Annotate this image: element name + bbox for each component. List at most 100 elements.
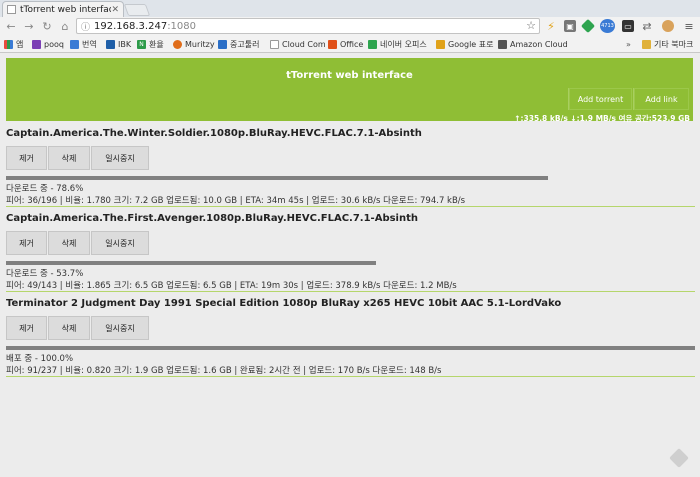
back-icon[interactable]: ←	[4, 19, 18, 33]
bookmarks-bar: 앱 pooq 번역 IBK N 환율 Muritzy 중고툴러 Cloud Com…	[0, 35, 700, 53]
remove-button[interactable]: 제거	[6, 146, 47, 170]
bookmark-ibk[interactable]: IBK	[106, 38, 131, 50]
torrent-name: Terminator 2 Judgment Day 1991 Special E…	[6, 298, 562, 309]
bookmark-exchange[interactable]: N 환율	[137, 38, 164, 50]
page-icon	[270, 39, 279, 49]
bookmark-label: Amazon Cloud	[510, 39, 568, 49]
bookmark-label: IBK	[118, 39, 132, 49]
browser-tab[interactable]: tTorrent web interface ✕	[2, 1, 124, 17]
bookmark-label: 중고툴러	[230, 39, 260, 49]
url-port: :1080	[167, 20, 197, 32]
page-title: tTorrent web interface	[286, 70, 413, 81]
used-tool-icon	[218, 39, 227, 49]
apps-grid-icon	[4, 39, 13, 49]
pause-button[interactable]: 일시중지	[91, 146, 149, 170]
lightning-extension-icon[interactable]: ⚡	[545, 20, 557, 33]
address-bar[interactable]: ⓘ 192.168.3.247 :1080 ☆	[76, 18, 540, 34]
extension-badge-count: 4713	[601, 23, 614, 29]
naver-icon: N	[137, 39, 146, 49]
torrent-status: 다운로드 중 - 53.7%	[6, 269, 84, 279]
torrent-item: Captain.America.The.First.Avenger.1080p.…	[6, 213, 695, 293]
add-torrent-button[interactable]: Add torrent	[568, 88, 632, 110]
bookmark-amazon-cloud[interactable]: Amazon Cloud	[498, 38, 568, 50]
naver-office-icon	[368, 39, 377, 49]
bookmark-star-icon[interactable]: ☆	[526, 19, 536, 32]
torrent-stats: 피어: 36/196 | 비율: 1.780 크기: 7.2 GB 업로드됨: …	[6, 196, 466, 206]
bookmark-google[interactable]: Google 표로	[436, 38, 493, 50]
bookmark-naver-office[interactable]: 네이버 오피스	[368, 38, 427, 50]
bookmark-label: 기타 북마크	[654, 39, 694, 49]
tab-title: tTorrent web interface	[20, 4, 112, 15]
amazon-icon	[498, 39, 507, 49]
menu-icon[interactable]: ≡	[683, 20, 695, 33]
page-info-icon[interactable]: ⓘ	[81, 20, 90, 33]
bookmark-label: pooq	[44, 39, 64, 49]
reload-icon[interactable]: ↻	[40, 19, 54, 33]
bookmark-muritzy[interactable]: Muritzy	[173, 38, 215, 50]
pause-button[interactable]: 일시중지	[91, 316, 149, 340]
remove-button[interactable]: 제거	[6, 316, 47, 340]
torrent-status: 다운로드 중 - 78.6%	[6, 184, 84, 194]
page-content: tTorrent web interface Add torrent Add l…	[0, 54, 700, 477]
pause-button[interactable]: 일시중지	[91, 231, 149, 255]
diamond-extension-icon[interactable]	[580, 18, 596, 34]
forward-icon[interactable]: →	[22, 19, 36, 33]
office-icon	[328, 39, 337, 49]
page-favicon-icon	[7, 5, 16, 14]
ibk-icon	[106, 39, 115, 49]
torrent-item: Captain.America.The.Winter.Soldier.1080p…	[6, 128, 695, 208]
pooq-icon	[32, 39, 41, 49]
torrent-actions: 제거 삭제 일시중지	[6, 316, 150, 340]
bookmark-label: 환율	[149, 39, 164, 49]
bookmark-label: 번역	[82, 39, 97, 49]
cookie-extension-icon[interactable]	[662, 20, 674, 32]
torrent-actions: 제거 삭제 일시중지	[6, 146, 150, 170]
cast-extension-icon[interactable]: ▭	[622, 20, 634, 32]
bookmark-office[interactable]: Office	[328, 38, 363, 50]
progress-bar	[6, 346, 695, 350]
delete-button[interactable]: 삭제	[48, 231, 90, 255]
torrent-actions: 제거 삭제 일시중지	[6, 231, 150, 255]
bookmark-label: 네이버 오피스	[380, 39, 427, 49]
divider	[6, 206, 695, 207]
translate-extension-icon[interactable]: ⇄	[641, 20, 653, 33]
add-link-button[interactable]: Add link	[633, 88, 689, 110]
torrent-stats: 피어: 91/237 | 비율: 0.820 크기: 1.9 GB 업로드됨: …	[6, 366, 442, 376]
torrent-name: Captain.America.The.First.Avenger.1080p.…	[6, 213, 419, 224]
home-icon[interactable]: ⌂	[58, 19, 72, 33]
app-header: tTorrent web interface Add torrent Add l…	[6, 58, 693, 123]
progress-bar	[6, 176, 548, 180]
torrent-item: Terminator 2 Judgment Day 1991 Special E…	[6, 298, 695, 378]
bookmark-used-tool[interactable]: 중고툴러	[218, 38, 259, 50]
progress-bar	[6, 261, 376, 265]
tab-strip: tTorrent web interface ✕	[0, 0, 700, 17]
bookmark-cloud-com[interactable]: Cloud Com	[270, 38, 326, 50]
delete-button[interactable]: 삭제	[48, 316, 90, 340]
torrent-stats: 피어: 49/143 | 비율: 1.865 크기: 6.5 GB 업로드됨: …	[6, 281, 457, 291]
bookmark-label: 앱	[16, 39, 24, 49]
torrent-name: Captain.America.The.Winter.Soldier.1080p…	[6, 128, 422, 139]
google-icon	[436, 39, 445, 49]
muritzy-icon	[173, 39, 182, 49]
speed-summary: ↑:335.8 kB/s ↓:1.9 MB/s 여유 공간:523.9 GB	[514, 114, 690, 123]
bookmark-label: Muritzy	[185, 39, 215, 49]
new-tab-button[interactable]	[123, 4, 151, 16]
bookmark-translate[interactable]: 번역	[70, 38, 97, 50]
delete-button[interactable]: 삭제	[48, 146, 90, 170]
badge-extension-icon[interactable]: 4713	[600, 19, 615, 33]
divider	[6, 291, 695, 292]
bookmarks-overflow-button[interactable]: »	[626, 38, 631, 50]
url-host: 192.168.3.247	[94, 20, 168, 32]
bookmark-other-folder[interactable]: 기타 북마크	[642, 38, 693, 50]
folder-icon	[642, 39, 651, 49]
divider	[6, 376, 695, 377]
screenshot-extension-icon[interactable]: ▣	[564, 20, 576, 32]
bookmark-pooq[interactable]: pooq	[32, 38, 64, 50]
bookmark-label: Office	[340, 39, 364, 49]
remove-button[interactable]: 제거	[6, 231, 47, 255]
bookmark-apps[interactable]: 앱	[4, 38, 23, 50]
torrent-status: 배포 중 - 100.0%	[6, 354, 74, 364]
translate-icon	[70, 39, 79, 49]
close-tab-icon[interactable]: ✕	[111, 5, 119, 15]
browser-toolbar: ← → ↻ ⌂ ⓘ 192.168.3.247 :1080 ☆ ⚡ ▣ 4713…	[0, 17, 700, 35]
